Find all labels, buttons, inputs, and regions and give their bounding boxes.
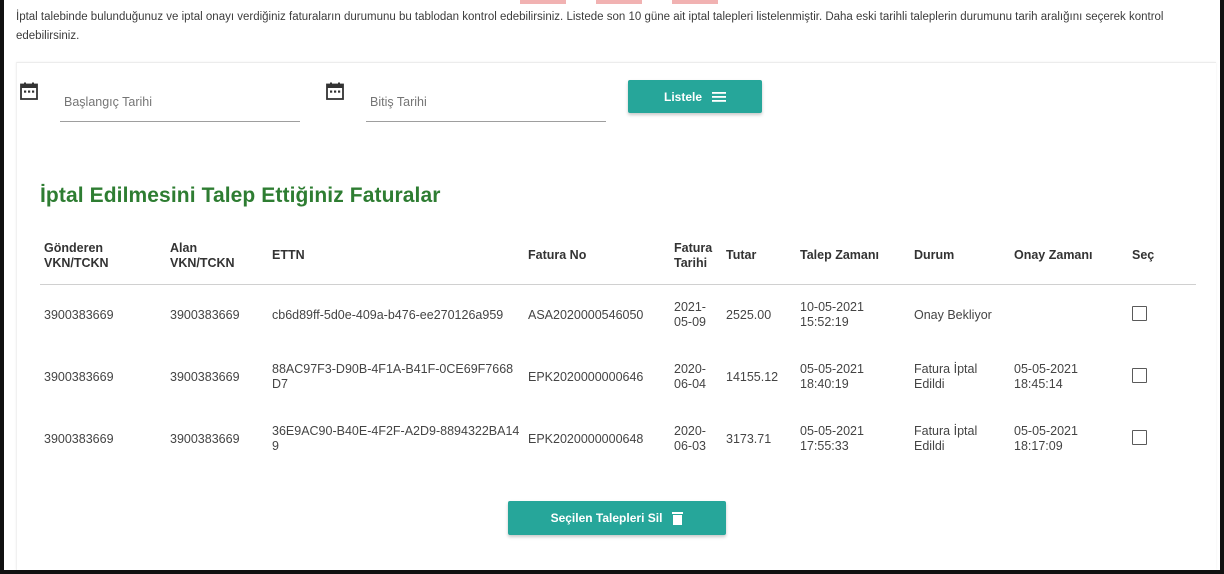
cell-amount: 3173.71 — [726, 431, 772, 446]
cell-amount: 14155.12 — [726, 369, 779, 384]
cell-sender: 3900383669 — [44, 431, 114, 446]
section-title: İptal Edilmesini Talep Ettiğiniz Fatural… — [40, 184, 441, 207]
cell-invoice-date: 2021-05-09 — [674, 300, 706, 330]
list-icon — [712, 91, 726, 102]
header-select: Seç — [1128, 228, 1196, 285]
delete-button-label: Seçilen Talepleri Sil — [550, 511, 663, 525]
cell-sender: 3900383669 — [44, 369, 114, 384]
header-invoice-date: Fatura Tarihi — [670, 228, 722, 285]
cell-amount: 2525.00 — [726, 307, 772, 322]
start-date-input[interactable]: Başlangıç Tarihi — [60, 94, 300, 122]
cell-invoice-no: EPK2020000000648 — [528, 431, 644, 446]
header-ettn: ETTN — [268, 228, 524, 285]
cell-select — [1128, 284, 1196, 346]
cell-ettn: 88AC97F3-D90B-4F1A-B41F-0CE69F7668D7 — [272, 362, 514, 391]
cell-receiver: 3900383669 — [170, 307, 240, 322]
table-header-row: Gönderen VKN/TCKN Alan VKN/TCKN ETTN Fat… — [40, 228, 1196, 285]
row-select-checkbox[interactable] — [1132, 305, 1147, 321]
table-row: 3900383669 3900383669 36E9AC90-B40E-4F2F… — [40, 408, 1196, 470]
cell-select — [1128, 408, 1196, 470]
header-receiver: Alan VKN/TCKN — [166, 228, 268, 285]
header-invoice-no: Fatura No — [524, 228, 670, 285]
cell-invoice-no: EPK2020000000646 — [528, 369, 644, 384]
cell-ettn: 36E9AC90-B40E-4F2F-A2D9-8894322BA149 — [272, 424, 520, 453]
trash-icon — [672, 511, 684, 525]
list-button-label: Listele — [663, 89, 702, 104]
cell-ettn: cb6d89ff-5d0e-409a-b476-ee270126a959 — [272, 307, 504, 322]
cell-status: Fatura İptal Edildi — [914, 362, 978, 391]
end-date-input[interactable]: Bitiş Tarihi — [366, 94, 606, 122]
calendar-icon[interactable] — [20, 82, 38, 100]
cell-receiver: 3900383669 — [170, 431, 240, 446]
intro-text: İptal talebinde bulunduğunuz ve iptal on… — [16, 11, 1164, 42]
calendar-icon[interactable] — [326, 82, 344, 100]
cell-invoice-date: 2020-06-03 — [674, 424, 706, 453]
header-approval-time: Onay Zamanı — [1010, 228, 1128, 285]
row-select-checkbox[interactable] — [1132, 429, 1147, 445]
cell-sender: 3900383669 — [44, 307, 114, 322]
cell-request-time: 05-05-2021 17:55:33 — [800, 424, 864, 453]
cell-request-time: 05-05-2021 18:40:19 — [800, 362, 864, 391]
cell-request-time: 10-05-2021 15:52:19 — [800, 300, 864, 330]
cell-approval-time: 05-05-2021 18:45:14 — [1014, 362, 1078, 391]
cell-select — [1128, 346, 1196, 408]
header-request-time: Talep Zamanı — [796, 228, 910, 285]
cell-approval-time — [1010, 284, 1128, 346]
table-row: 3900383669 3900383669 88AC97F3-D90B-4F1A… — [40, 346, 1196, 408]
cell-approval-time: 05-05-2021 18:17:09 — [1014, 424, 1078, 453]
list-button[interactable]: Listele — [628, 80, 762, 113]
top-accent-strip — [520, 0, 720, 4]
invoice-table: Gönderen VKN/TCKN Alan VKN/TCKN ETTN Fat… — [40, 228, 1196, 470]
header-sender: Gönderen VKN/TCKN — [40, 228, 166, 285]
end-date-group: Bitiş Tarihi — [326, 82, 616, 122]
header-amount: Tutar — [722, 228, 796, 285]
table-row: 3900383669 3900383669 cb6d89ff-5d0e-409a… — [40, 284, 1196, 346]
cell-status: Onay Bekliyor — [914, 307, 992, 322]
row-select-checkbox[interactable] — [1132, 367, 1147, 383]
cell-invoice-no: ASA2020000546050 — [528, 307, 644, 322]
header-status: Durum — [910, 228, 1010, 285]
cell-invoice-date: 2020-06-04 — [674, 362, 706, 391]
delete-selected-button[interactable]: Seçilen Talepleri Sil — [508, 501, 726, 535]
start-date-group: Başlangıç Tarihi — [20, 82, 310, 122]
cell-receiver: 3900383669 — [170, 369, 240, 384]
cell-status: Fatura İptal Edildi — [914, 424, 978, 453]
